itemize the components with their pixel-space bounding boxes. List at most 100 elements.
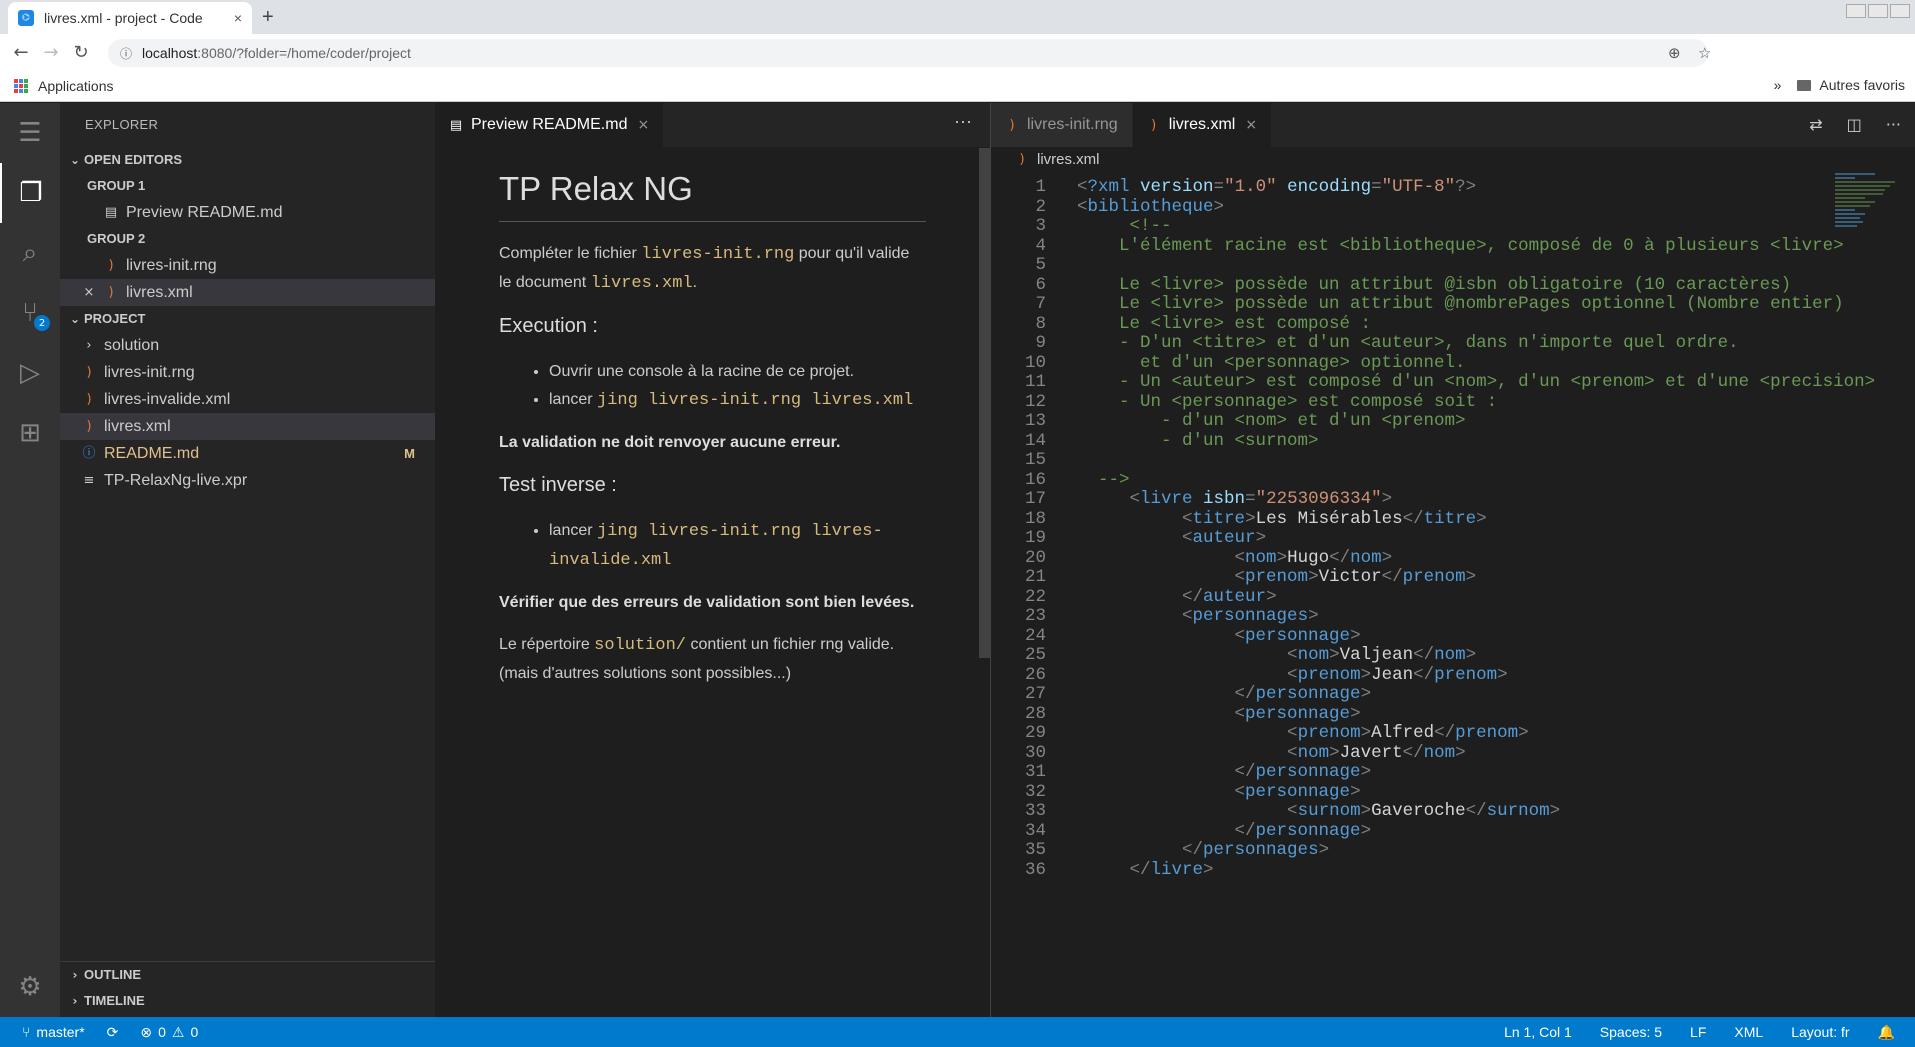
code-line: <?xml version="1.0" encoding="UTF-8"?> [1077,177,1477,197]
activity-bar: ☰ ❐ ⌕ ⑂ 2 ▷ ⊞ ⚙ [0,103,60,1017]
line-number: 27 [1024,684,1046,704]
preview-bold-paragraph: La validation ne doit renvoyer aucune er… [499,434,841,451]
open-editors-header[interactable]: ⌄ OPEN EDITORS [60,147,435,173]
notifications-icon[interactable]: 🔔 [1878,1024,1895,1041]
site-info-icon[interactable]: ⓘ [120,45,132,62]
bookmark-other-favorites[interactable]: Autres favoris [1819,77,1905,93]
tab-preview-readme[interactable]: ▤ Preview README.md × [435,103,665,147]
line-number: 35 [1024,840,1046,860]
line-number: 29 [1024,723,1046,743]
more-actions-icon[interactable]: ··· [954,111,972,132]
reload-icon[interactable]: ↻ [66,42,96,63]
line-number: 1 [1035,177,1046,197]
tree-item-solution[interactable]: › solution [60,332,435,359]
line-number: 28 [1024,703,1046,724]
line-number: 17 [1024,489,1046,509]
group1-label: GROUP 1 [87,178,146,193]
problems-indicator[interactable]: ⊗ 0 ⚠ 0 [140,1024,198,1041]
tree-item-file[interactable]: ≡ TP-RelaxNg-live.xpr [60,467,435,494]
tree-item-file[interactable]: ) livres-init.rng [60,359,435,386]
line-number: 20 [1024,547,1046,568]
code-line: <surnom>Gaveroche</surnom> [1287,801,1561,821]
code-line: </livre> [1129,859,1214,880]
indentation[interactable]: Spaces: 5 [1600,1024,1662,1040]
explorer-icon[interactable]: ❐ [0,163,60,223]
close-icon[interactable]: × [637,117,649,133]
branch-indicator[interactable]: ⑂ master* [22,1024,85,1040]
code-line: et d'un <personnage> optionnel. [1077,352,1466,373]
search-icon[interactable]: ⌕ [0,223,60,283]
line-number: 12 [1024,391,1046,412]
outline-header[interactable]: › OUTLINE [60,962,435,988]
bookmarks-overflow-icon[interactable]: » [1774,77,1782,93]
apps-grid-icon[interactable] [14,78,28,93]
minimap[interactable] [1835,173,1905,293]
project-header[interactable]: ⌄ PROJECT [60,306,435,332]
minimize-button[interactable] [1846,4,1866,18]
chevron-right-icon: › [72,994,78,1008]
code-editor[interactable]: 1 <?xml version="1.0" encoding="UTF-8"?> 2… [991,173,1891,1017]
gear-icon[interactable]: ⚙ [0,957,60,1017]
code-line: </personnage> [1234,762,1372,782]
line-number: 36 [1024,859,1046,880]
new-tab-button[interactable]: + [262,6,274,29]
tree-item-file[interactable]: ⓘ README.md M [60,440,435,467]
code-line: - Un <auteur> est composé d'un <nom>, d'… [1077,372,1876,392]
bookmark-applications[interactable]: Applications [38,78,114,94]
open-changes-icon[interactable]: ⇄ [1809,115,1822,134]
code-line: </auteur> [1182,586,1277,607]
back-icon[interactable]: ← [6,42,36,63]
tab-livres-xml[interactable]: ) livres.xml × [1132,103,1273,147]
breadcrumb[interactable]: ) livres.xml [991,147,1915,173]
code-line: - d'un <nom> et d'un <prenom> [1077,411,1466,431]
address-toolbar: ← → ↻ ⓘ localhost:8080/?folder=/home/cod… [0,34,1915,95]
chevron-down-icon: ⌄ [69,312,81,326]
more-actions-icon[interactable]: ··· [1886,115,1901,134]
line-number: 4 [1035,235,1046,256]
language-mode[interactable]: XML [1734,1024,1763,1040]
preview-scrollbar[interactable] [979,148,990,658]
line-number: 26 [1024,664,1046,685]
close-window-button[interactable] [1890,4,1910,18]
url-text: localhost:8080/?folder=/home/coder/proje… [142,45,411,61]
browser-tab-title: livres.xml - project - Code [44,10,203,26]
run-debug-icon[interactable]: ▷ [0,343,60,403]
code-line: <prenom>Victor</prenom> [1234,567,1477,587]
browser-tab[interactable]: ⌬ livres.xml - project - Code × [8,2,252,34]
code-line: <prenom>Jean</prenom> [1287,664,1508,685]
preview-paragraph: Le répertoire solution/ contient un fich… [499,636,895,682]
menu-icon[interactable]: ☰ [0,103,60,163]
forward-icon[interactable]: → [36,42,66,63]
rss-icon: ) [108,285,114,300]
branch-icon: ⑂ [22,1024,31,1040]
zoom-icon[interactable]: ⊕ [1668,44,1681,62]
line-number: 10 [1024,352,1046,373]
source-control-icon[interactable]: ⑂ 2 [0,283,60,343]
sync-icon[interactable]: ⟳ [107,1024,119,1041]
bookmarks-bar: Applications » Autres favoris [0,70,1915,102]
keyboard-layout[interactable]: Layout: fr [1791,1024,1849,1040]
tab-close-icon[interactable]: × [234,10,242,26]
vscode-favicon-icon: ⌬ [18,10,34,26]
bookmark-star-icon[interactable]: ☆ [1698,44,1711,62]
open-editor-item[interactable]: ×) livres.xml [60,279,435,306]
tree-item-file[interactable]: ) livres-invalide.xml [60,386,435,413]
code-line: <!-- [1077,216,1172,236]
group2-label: GROUP 2 [87,231,146,246]
cursor-position[interactable]: Ln 1, Col 1 [1504,1024,1572,1040]
tab-livres-init-rng[interactable]: ) livres-init.rng [991,103,1133,147]
extensions-icon[interactable]: ⊞ [0,403,60,463]
line-ending[interactable]: LF [1690,1024,1706,1040]
address-bar[interactable]: ⓘ localhost:8080/?folder=/home/coder/pro… [108,39,1711,67]
maximize-button[interactable] [1868,4,1888,18]
code-line: <personnage> [1234,625,1361,646]
split-editor-icon[interactable]: ◫ [1847,115,1862,134]
tree-item-file[interactable]: ) livres.xml [60,413,435,440]
close-icon[interactable]: × [1245,117,1257,133]
close-icon[interactable]: × [82,279,96,306]
open-editor-item[interactable]: ) livres-init.rng [60,252,435,279]
open-editor-item[interactable]: ▤ Preview README.md [60,199,435,226]
preview-icon: ▤ [104,205,118,220]
timeline-header[interactable]: › TIMELINE [60,988,435,1014]
warning-icon: ⚠ [171,1023,185,1040]
